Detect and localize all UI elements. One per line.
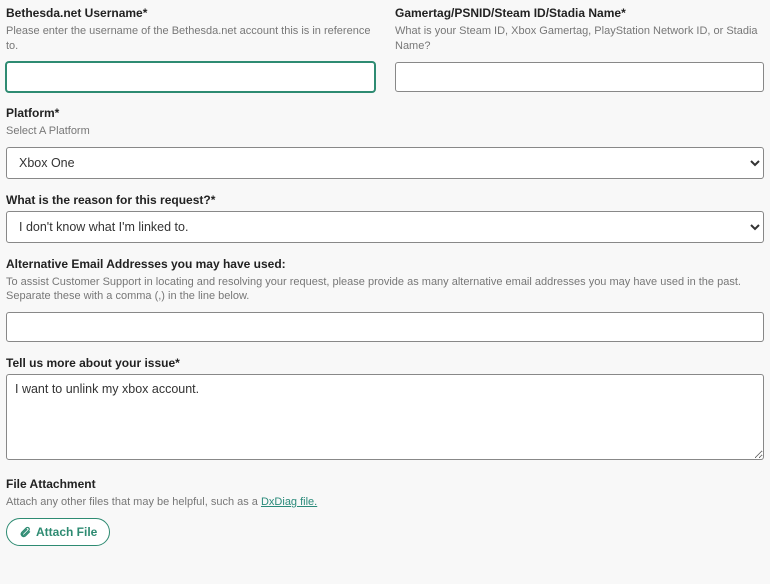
attach-file-button[interactable]: Attach File: [6, 518, 110, 546]
alt-emails-label: Alternative Email Addresses you may have…: [6, 257, 764, 271]
paperclip-icon: [19, 526, 31, 538]
gamertag-hint: What is your Steam ID, Xbox Gamertag, Pl…: [395, 24, 764, 54]
platform-select[interactable]: Xbox One: [6, 147, 764, 179]
platform-label: Platform*: [6, 106, 764, 120]
file-attachment-hint: Attach any other files that may be helpf…: [6, 495, 764, 510]
reason-label: What is the reason for this request?*: [6, 193, 764, 207]
bethesda-username-label: Bethesda.net Username*: [6, 6, 375, 20]
gamertag-input[interactable]: [395, 62, 764, 92]
reason-select[interactable]: I don't know what I'm linked to.: [6, 211, 764, 243]
dxdiag-link[interactable]: DxDiag file.: [261, 496, 317, 508]
bethesda-username-input[interactable]: [6, 62, 375, 92]
attach-file-button-label: Attach File: [36, 525, 97, 539]
file-attachment-label: File Attachment: [6, 477, 764, 491]
alt-emails-hint: To assist Customer Support in locating a…: [6, 275, 764, 305]
gamertag-label: Gamertag/PSNID/Steam ID/Stadia Name*: [395, 6, 764, 20]
alt-emails-input[interactable]: [6, 312, 764, 342]
issue-label: Tell us more about your issue*: [6, 356, 764, 370]
issue-textarea[interactable]: I want to unlink my xbox account.: [6, 374, 764, 460]
platform-hint: Select A Platform: [6, 124, 764, 139]
file-attachment-hint-prefix: Attach any other files that may be helpf…: [6, 496, 261, 508]
bethesda-username-hint: Please enter the username of the Bethesd…: [6, 24, 375, 54]
